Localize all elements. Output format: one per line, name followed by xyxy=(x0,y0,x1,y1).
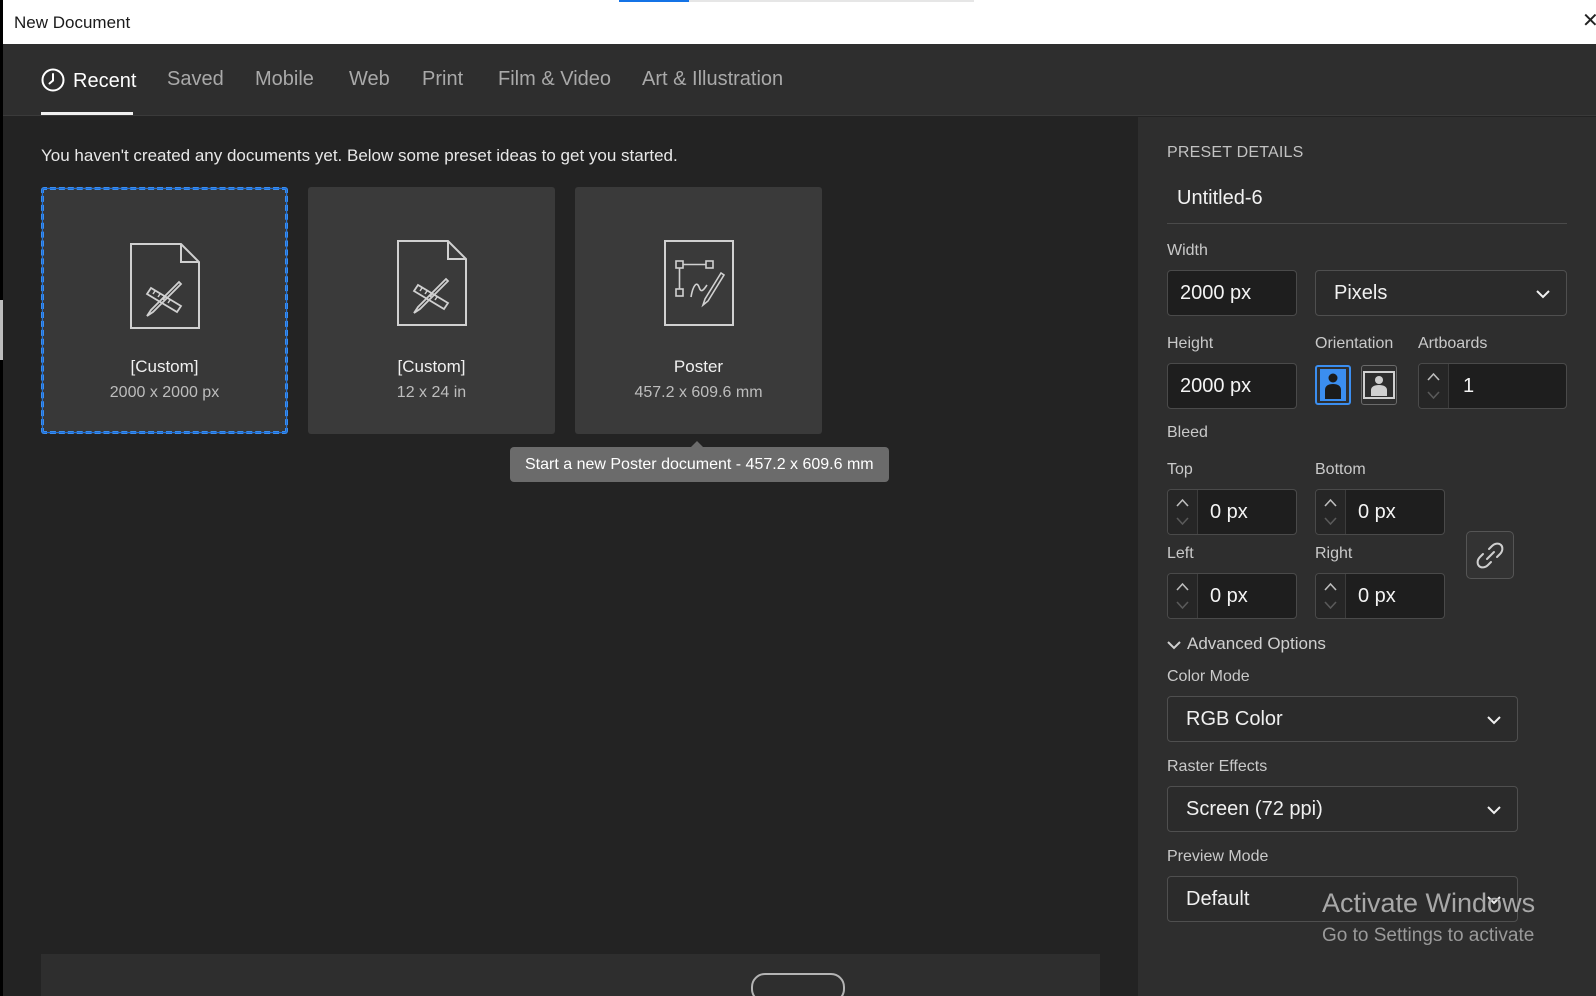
link-bleed-button[interactable] xyxy=(1466,531,1514,579)
tab-recent-label: Recent xyxy=(73,70,137,92)
artboards-label: Artboards xyxy=(1418,335,1488,352)
bleed-label: Bleed xyxy=(1167,424,1208,441)
bleed-right-stepper[interactable]: 0 px xyxy=(1315,573,1445,619)
title-bar-accent xyxy=(619,0,689,2)
tab-art-illustration[interactable]: Art & Illustration xyxy=(642,68,783,91)
link-icon xyxy=(1476,542,1504,569)
tab-recent[interactable]: Recent xyxy=(41,68,136,93)
orientation-landscape-button[interactable] xyxy=(1361,365,1397,405)
chevron-down-icon[interactable] xyxy=(1176,601,1189,610)
portrait-icon xyxy=(1320,369,1346,401)
width-input[interactable]: 2000 px xyxy=(1167,270,1297,316)
chevron-down-icon xyxy=(1487,806,1501,815)
bleed-left-stepper[interactable]: 0 px xyxy=(1167,573,1297,619)
preview-mode-value: Default xyxy=(1186,888,1250,910)
preset-card-poster[interactable]: Poster 457.2 x 609.6 mm xyxy=(575,187,822,434)
chevron-down-icon[interactable] xyxy=(1176,517,1189,526)
tab-web[interactable]: Web xyxy=(349,68,390,91)
chevron-down-icon[interactable] xyxy=(1427,391,1440,400)
chevron-up-icon[interactable] xyxy=(1176,582,1189,591)
chevron-down-icon xyxy=(1167,641,1181,650)
raster-effects-select[interactable]: Screen (72 ppi) xyxy=(1167,786,1518,832)
raster-effects-label: Raster Effects xyxy=(1167,758,1268,775)
new-document-dialog: New Document ✕ Recent Saved Mobile Web P… xyxy=(3,0,1596,996)
chevron-up-icon[interactable] xyxy=(1176,498,1189,507)
title-bar: New Document ✕ xyxy=(3,0,1596,44)
bleed-left-label: Left xyxy=(1167,545,1194,562)
chevron-up-icon[interactable] xyxy=(1427,372,1440,381)
preset-card-size: 457.2 x 609.6 mm xyxy=(634,384,763,401)
units-select[interactable]: Pixels xyxy=(1315,270,1567,316)
bottom-strip-button[interactable] xyxy=(751,973,845,996)
preset-card-size: 2000 x 2000 px xyxy=(109,384,220,401)
artboards-stepper[interactable]: 1 xyxy=(1418,363,1567,409)
height-input[interactable]: 2000 px xyxy=(1167,363,1297,409)
document-ruler-pencil-icon xyxy=(129,243,200,329)
presets-pane: You haven't created any documents yet. B… xyxy=(3,117,1138,996)
stepper-arrows xyxy=(1168,574,1198,618)
tab-film-video[interactable]: Film & Video xyxy=(498,68,611,91)
bleed-right-value[interactable]: 0 px xyxy=(1358,574,1396,618)
preview-mode-label: Preview Mode xyxy=(1167,848,1269,865)
advanced-options-toggle[interactable]: Advanced Options xyxy=(1167,634,1326,654)
chevron-down-icon xyxy=(1487,716,1501,725)
bleed-left-value[interactable]: 0 px xyxy=(1210,574,1248,618)
preset-card-custom-px[interactable]: [Custom] 2000 x 2000 px xyxy=(41,187,288,434)
color-mode-value: RGB Color xyxy=(1186,708,1283,730)
preset-details-heading: PRESET DETAILS xyxy=(1167,144,1304,161)
chevron-up-icon[interactable] xyxy=(1324,582,1337,591)
document-ruler-pencil-icon xyxy=(396,240,467,326)
preset-card-name: [Custom] xyxy=(397,357,466,376)
tab-print[interactable]: Print xyxy=(422,68,463,91)
width-label: Width xyxy=(1167,242,1208,259)
chevron-down-icon[interactable] xyxy=(1324,517,1337,526)
preset-tooltip: Start a new Poster document - 457.2 x 60… xyxy=(510,441,889,482)
artboards-value[interactable]: 1 xyxy=(1463,364,1474,408)
bleed-right-label: Right xyxy=(1315,545,1353,562)
raster-effects-value: Screen (72 ppi) xyxy=(1186,798,1323,820)
tab-saved[interactable]: Saved xyxy=(167,68,224,91)
orientation-label: Orientation xyxy=(1315,335,1394,352)
stepper-arrows xyxy=(1316,574,1346,618)
bleed-bottom-value[interactable]: 0 px xyxy=(1358,490,1396,534)
advanced-options-label: Advanced Options xyxy=(1187,634,1326,653)
preset-details-panel: PRESET DETAILS Untitled-6 Width 2000 px … xyxy=(1138,117,1596,996)
chevron-up-icon[interactable] xyxy=(1324,498,1337,507)
tab-mobile[interactable]: Mobile xyxy=(255,68,314,91)
preset-card-size: 12 x 24 in xyxy=(396,384,467,401)
stepper-arrows xyxy=(1419,364,1449,408)
preset-card-custom-in[interactable]: [Custom] 12 x 24 in xyxy=(308,187,555,434)
color-mode-select[interactable]: RGB Color xyxy=(1167,696,1518,742)
bleed-top-stepper[interactable]: 0 px xyxy=(1167,489,1297,535)
poster-document-icon xyxy=(663,240,734,326)
height-label: Height xyxy=(1167,335,1214,352)
bleed-top-label: Top xyxy=(1167,461,1193,478)
preset-card-name: Poster xyxy=(673,357,724,376)
chevron-down-icon[interactable] xyxy=(1324,601,1337,610)
title-bar-accent-secondary xyxy=(689,0,974,2)
bleed-bottom-label: Bottom xyxy=(1315,461,1366,478)
color-mode-label: Color Mode xyxy=(1167,668,1250,685)
window-title: New Document xyxy=(14,13,131,32)
landscape-icon xyxy=(1363,371,1395,399)
orientation-portrait-button[interactable] xyxy=(1315,365,1351,405)
preview-mode-select[interactable]: Default xyxy=(1167,876,1518,922)
document-name-input[interactable]: Untitled-6 xyxy=(1167,180,1567,224)
close-icon[interactable]: ✕ xyxy=(1582,11,1596,31)
units-select-value: Pixels xyxy=(1334,282,1388,304)
chevron-down-icon xyxy=(1536,290,1550,299)
preset-category-tabs: Recent Saved Mobile Web Print Film & Vid… xyxy=(3,44,1596,116)
stepper-arrows xyxy=(1316,490,1346,534)
stepper-arrows xyxy=(1168,490,1198,534)
clock-icon xyxy=(41,68,65,92)
active-tab-indicator xyxy=(41,112,133,115)
empty-recent-hint: You haven't created any documents yet. B… xyxy=(41,146,678,165)
chevron-down-icon xyxy=(1487,896,1501,905)
bottom-template-strip xyxy=(41,954,1100,996)
background-window-edge xyxy=(0,300,3,360)
bleed-bottom-stepper[interactable]: 0 px xyxy=(1315,489,1445,535)
bleed-top-value[interactable]: 0 px xyxy=(1210,490,1248,534)
preset-card-name: [Custom] xyxy=(130,357,199,376)
